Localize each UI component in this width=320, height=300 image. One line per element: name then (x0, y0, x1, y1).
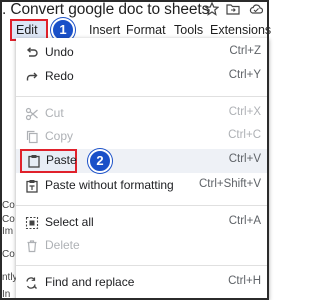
screenshot-border (0, 0, 269, 300)
